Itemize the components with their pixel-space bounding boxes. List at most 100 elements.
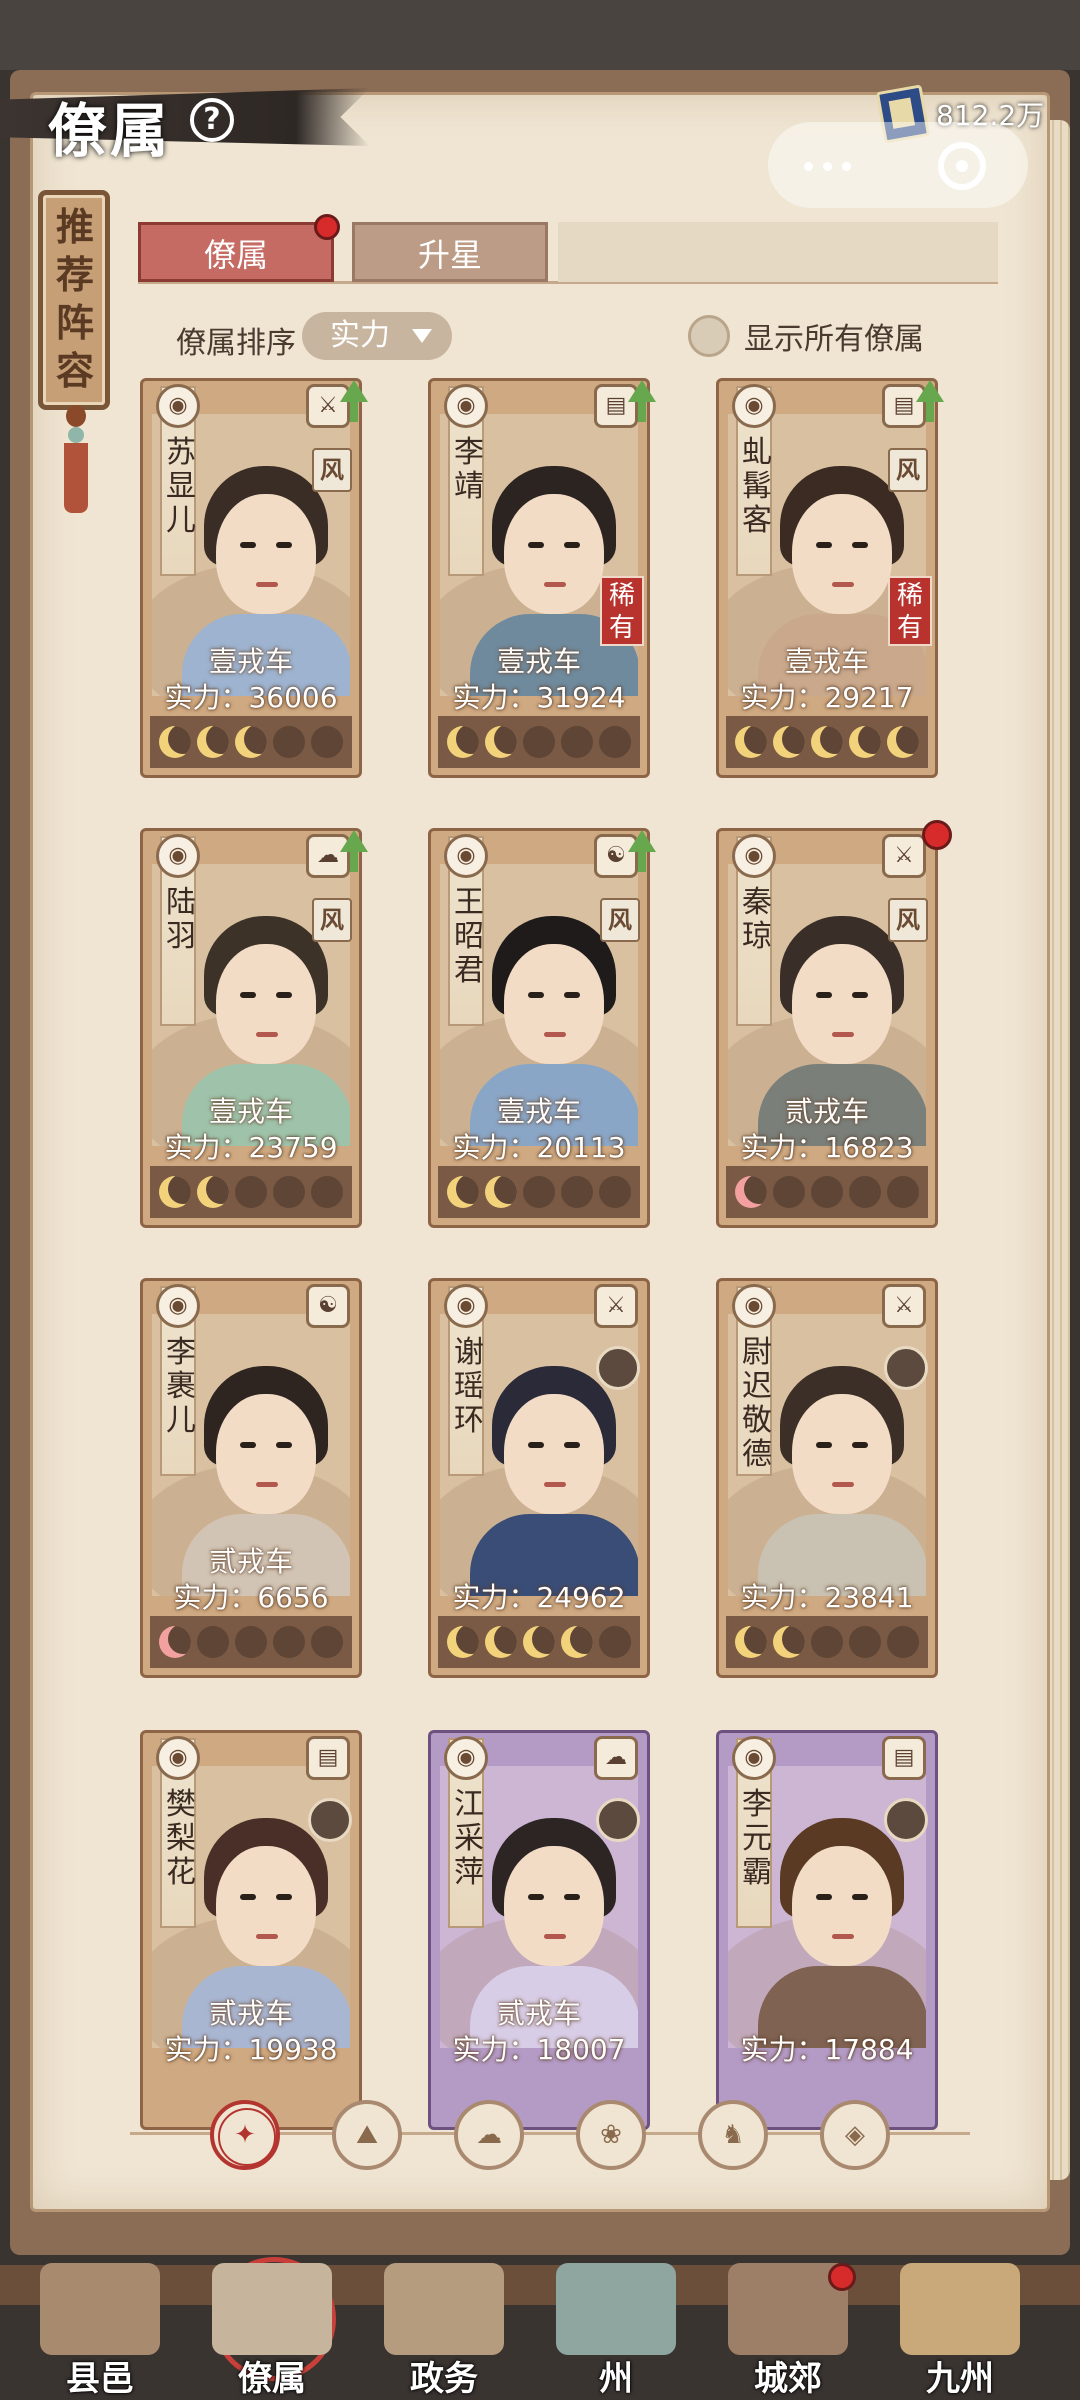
tab-bar: 僚属 升星 [138,214,998,284]
subordinate-card[interactable]: ◉ 李靖 ▤ 稀有 壹戎车 实力：31924 [428,378,656,778]
tab-subordinates[interactable]: 僚属 [138,222,334,282]
notification-dot [922,820,952,850]
character-name: 陆羽 [166,885,196,954]
empty-star-icon [849,1176,881,1208]
star-rating [150,1166,352,1218]
sword-icon: ⚔ [594,1284,638,1328]
rank-label: 贰戎车 [496,1997,581,2030]
subordinate-card[interactable]: ◉ 秦琼 ⚔ 风贰戎车 实力：16823 [716,820,952,1228]
nav-illustration-icon [212,2263,332,2355]
nav-item[interactable]: 州 [536,2255,696,2400]
wind-badge: 风 [888,898,928,942]
faction-shield-icon[interactable]: ◈ [820,2100,890,2170]
moon-star-icon [561,1626,593,1658]
faction-fan-icon[interactable]: ❀ [576,2100,646,2170]
faction-icon: ◉ [732,1736,776,1780]
upgrade-arrow-icon [340,380,368,422]
moon-star-icon [523,1626,555,1658]
power-label: 实力：18007 [452,2033,626,2066]
subordinate-card[interactable]: ◉ 李元霸 ▤ 实力：17884 [716,1730,938,2130]
faction-filter-bar: ✦ ⛰ ☁ ❀ ♞ ◈ [130,2094,970,2174]
help-icon[interactable]: ? [190,98,234,142]
character-name: 谢瑶环 [454,1335,484,1438]
partner-avatar [596,1346,640,1390]
empty-star-icon [773,1176,805,1208]
subordinate-card[interactable]: ◉ 尉迟敬德 ⚔ 实力：23841 [716,1278,938,1678]
subordinate-card[interactable]: ◉ 苏显儿 ⚔ 风壹戎车 实力：36006 [140,378,368,778]
radio-icon[interactable] [688,315,730,357]
moon-star-icon [159,726,191,758]
nav-item[interactable]: 僚属 [192,2255,352,2400]
empty-star-icon [197,1626,229,1658]
faction-mountain-icon[interactable]: ⛰ [332,2100,402,2170]
close-target-icon[interactable] [938,142,986,190]
subordinate-card[interactable]: ◉ 江采萍 ☁ 贰戎车 实力：18007 [428,1730,650,2130]
moon-star-icon [235,726,267,758]
rank-label: 壹戎车 [208,645,293,678]
faction-icon: ◉ [444,384,488,428]
power-label: 实力：36006 [164,681,338,714]
nav-item[interactable]: 九州 [880,2255,1040,2400]
power-label: 实力：24962 [452,1581,626,1614]
star-rating [438,1616,640,1668]
nav-label: 县邑 [66,2359,134,2399]
character-name: 江采萍 [454,1787,484,1890]
empty-star-icon [811,1176,843,1208]
power-label: 实力：19938 [164,2033,338,2066]
moon-star-icon [735,1626,767,1658]
subordinate-card[interactable]: ◉ 李裹儿 ☯ 贰戎车 实力：6656 [140,1278,362,1678]
power-label: 实力：6656 [173,1581,329,1614]
cloud-icon: ☁ [594,1736,638,1780]
empty-star-icon [523,1176,555,1208]
status-bar-background [0,0,1080,70]
sort-dropdown[interactable]: 实力 [302,312,452,360]
upgrade-arrow-icon [340,830,368,872]
more-menu-icon[interactable] [804,162,851,171]
book-icon: ▤ [306,1736,350,1780]
rank-label: 壹戎车 [784,645,869,678]
recommended-lineup-button[interactable]: 推荐阵容 [38,190,110,410]
partner-avatar [308,1798,352,1842]
miniprogram-capsule[interactable] [768,122,1028,208]
empty-star-icon [235,1626,267,1658]
rank-label: 贰戎车 [784,1095,869,1128]
subordinate-card[interactable]: ◉ 樊梨花 ▤ 贰戎车 实力：19938 [140,1730,362,2130]
show-all-toggle[interactable]: 显示所有僚属 [688,312,924,360]
star-rating [150,1616,352,1668]
empty-star-icon [273,726,305,758]
moon-star-icon [773,1626,805,1658]
character-name: 尉迟敬德 [742,1335,772,1472]
sort-selected: 实力 [330,318,390,353]
sword-icon: ⚔ [882,834,926,878]
empty-star-icon [811,1626,843,1658]
rare-badge: 稀有 [888,576,932,646]
all-icon[interactable]: ✦ [210,2100,280,2170]
faction-cat-icon[interactable]: ☁ [454,2100,524,2170]
moon-star-icon [735,726,767,758]
tab-star-up[interactable]: 升星 [352,222,548,282]
nav-item[interactable]: 城郊 [708,2255,868,2400]
faction-beast-icon[interactable]: ♞ [698,2100,768,2170]
faction-icon: ◉ [732,384,776,428]
wind-badge: 风 [888,448,928,492]
nav-item[interactable]: 政务 [364,2255,524,2400]
character-name: 苏显儿 [166,435,196,538]
subordinate-card[interactable]: ◉ 谢瑶环 ⚔ 实力：24962 [428,1278,650,1678]
moon-star-icon [447,1626,479,1658]
moon-star-icon [887,726,919,758]
moon-star-icon [773,726,805,758]
faction-icon: ◉ [444,834,488,878]
chevron-down-icon [412,329,432,343]
nav-item[interactable]: 县邑 [20,2255,180,2400]
empty-star-icon [599,1626,631,1658]
star-rating [726,716,928,768]
subordinate-card[interactable]: ◉ 虬髯客 ▤ 风稀有 壹戎车 实力：29217 [716,378,944,778]
yin-yang-icon: ☯ [306,1284,350,1328]
subordinate-card[interactable]: ◉ 陆羽 ☁ 风壹戎车 实力：23759 [140,828,368,1228]
empty-star-icon [523,726,555,758]
empty-star-icon [311,1626,343,1658]
character-name: 虬髯客 [742,435,772,538]
moon-star-icon [485,726,517,758]
rank-label: 壹戎车 [208,1095,293,1128]
subordinate-card[interactable]: ◉ 王昭君 ☯ 风壹戎车 实力：20113 [428,828,656,1228]
